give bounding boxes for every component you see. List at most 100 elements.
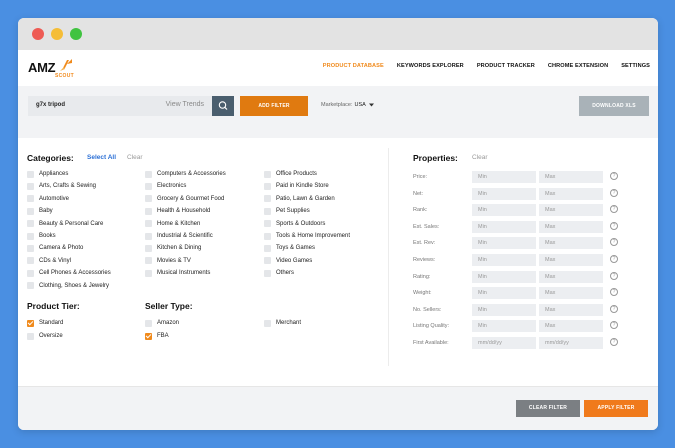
help-icon[interactable]: ? bbox=[610, 172, 618, 180]
categories-clear-link[interactable]: Clear bbox=[127, 154, 143, 161]
property-min-input[interactable]: Min bbox=[472, 287, 536, 300]
checkbox[interactable] bbox=[145, 182, 152, 190]
category-checkbox[interactable]: Industrial & Scientific bbox=[145, 231, 213, 241]
product-tier-checkbox[interactable]: Standard bbox=[27, 318, 63, 328]
help-icon[interactable]: ? bbox=[610, 238, 618, 247]
category-checkbox[interactable]: Automotive bbox=[27, 194, 69, 204]
checkbox[interactable] bbox=[264, 257, 271, 265]
checkbox-checked[interactable] bbox=[145, 332, 152, 340]
property-min-input[interactable]: Min bbox=[472, 237, 536, 250]
category-checkbox[interactable]: Appliances bbox=[27, 169, 68, 179]
property-min-input[interactable]: Min bbox=[472, 270, 536, 283]
property-max-input[interactable]: Max bbox=[539, 171, 603, 183]
property-min-input[interactable]: Min bbox=[472, 320, 536, 333]
category-checkbox[interactable]: Patio, Lawn & Garden bbox=[264, 194, 335, 204]
nav-item-chrome-extension[interactable]: CHROME EXTENSION bbox=[548, 63, 608, 69]
property-min-input[interactable]: Min bbox=[472, 303, 536, 316]
marketplace-select[interactable]: Marketplace: USA bbox=[321, 102, 375, 108]
property-max-input[interactable]: mm/dd/yy bbox=[539, 337, 603, 349]
download-xls-button[interactable]: DOWNLOAD XLS bbox=[579, 96, 649, 116]
checkbox[interactable] bbox=[145, 244, 152, 252]
checkbox[interactable] bbox=[27, 170, 34, 178]
category-checkbox[interactable]: Paid in Kindle Store bbox=[264, 181, 329, 191]
help-icon[interactable]: ? bbox=[610, 321, 618, 330]
property-max-input[interactable]: Max bbox=[539, 237, 603, 250]
property-min-input[interactable]: Min bbox=[472, 187, 536, 200]
help-icon[interactable]: ? bbox=[610, 338, 618, 346]
checkbox[interactable] bbox=[145, 170, 152, 178]
category-checkbox[interactable]: Camera & Photo bbox=[27, 243, 83, 253]
search-input[interactable]: g7x tripod View Trends bbox=[28, 96, 212, 116]
checkbox[interactable] bbox=[27, 332, 34, 340]
seller-type-checkbox[interactable]: Merchant bbox=[264, 318, 301, 328]
amzscout-logo[interactable]: AMZ SCOUT bbox=[28, 58, 88, 82]
nav-item-product-database[interactable]: PRODUCT DATABASE bbox=[323, 63, 384, 69]
category-checkbox[interactable]: Kitchen & Dining bbox=[145, 243, 201, 253]
category-checkbox[interactable]: Others bbox=[264, 268, 294, 278]
apply-filter-button[interactable]: APPLY FILTER bbox=[584, 400, 648, 417]
help-icon[interactable]: ? bbox=[610, 255, 618, 263]
checkbox[interactable] bbox=[27, 232, 34, 240]
help-icon[interactable]: ? bbox=[610, 271, 618, 280]
nav-item-keywords-explorer[interactable]: KEYWORDS EXPLORER bbox=[397, 63, 464, 69]
checkbox[interactable] bbox=[145, 232, 152, 240]
category-checkbox[interactable]: Movies & TV bbox=[145, 256, 191, 266]
category-checkbox[interactable]: Pet Supplies bbox=[264, 206, 310, 216]
category-checkbox[interactable]: Clothing, Shoes & Jewelry bbox=[27, 281, 109, 291]
help-icon[interactable]: ? bbox=[610, 304, 618, 313]
close-window-icon[interactable] bbox=[32, 28, 44, 40]
category-checkbox[interactable]: Baby bbox=[27, 206, 53, 216]
checkbox[interactable] bbox=[264, 244, 271, 252]
checkbox[interactable] bbox=[264, 182, 271, 190]
category-checkbox[interactable]: Sports & Outdoors bbox=[264, 219, 325, 229]
seller-type-checkbox[interactable]: FBA bbox=[145, 331, 169, 341]
checkbox[interactable] bbox=[264, 207, 271, 215]
category-checkbox[interactable]: Tools & Home Improvement bbox=[264, 231, 350, 241]
property-max-input[interactable]: Max bbox=[539, 270, 603, 283]
checkbox[interactable] bbox=[145, 207, 152, 215]
category-checkbox[interactable]: Health & Household bbox=[145, 206, 210, 216]
nav-item-settings[interactable]: SETTINGS bbox=[621, 63, 650, 69]
help-icon[interactable]: ? bbox=[610, 288, 618, 297]
checkbox[interactable] bbox=[145, 195, 152, 203]
view-trends-link[interactable]: View Trends bbox=[166, 101, 204, 108]
checkbox[interactable] bbox=[145, 319, 152, 327]
nav-item-product-tracker[interactable]: PRODUCT TRACKER bbox=[477, 63, 535, 69]
property-max-input[interactable]: Max bbox=[539, 254, 603, 266]
checkbox[interactable] bbox=[27, 220, 34, 228]
property-max-input[interactable]: Max bbox=[539, 204, 603, 217]
help-icon[interactable]: ? bbox=[610, 188, 618, 197]
property-max-input[interactable]: Max bbox=[539, 220, 603, 233]
checkbox[interactable] bbox=[27, 182, 34, 190]
category-checkbox[interactable]: Cell Phones & Accessories bbox=[27, 268, 111, 278]
minimize-window-icon[interactable] bbox=[51, 28, 63, 40]
checkbox[interactable] bbox=[27, 257, 34, 265]
category-checkbox[interactable]: Arts, Crafts & Sewing bbox=[27, 181, 96, 191]
checkbox-checked[interactable] bbox=[27, 319, 34, 327]
category-checkbox[interactable]: CDs & Vinyl bbox=[27, 256, 71, 266]
checkbox[interactable] bbox=[145, 257, 152, 265]
search-button[interactable] bbox=[212, 96, 234, 116]
properties-clear-link[interactable]: Clear bbox=[472, 154, 488, 161]
checkbox[interactable] bbox=[27, 282, 34, 290]
category-checkbox[interactable]: Musical Instruments bbox=[145, 268, 210, 278]
property-max-input[interactable]: Max bbox=[539, 187, 603, 200]
property-max-input[interactable]: Max bbox=[539, 303, 603, 316]
category-checkbox[interactable]: Home & Kitchen bbox=[145, 219, 200, 229]
category-checkbox[interactable]: Computers & Accessories bbox=[145, 169, 226, 179]
category-checkbox[interactable]: Beauty & Personal Care bbox=[27, 219, 103, 229]
select-all-link[interactable]: Select All bbox=[87, 154, 116, 161]
checkbox[interactable] bbox=[27, 207, 34, 215]
property-min-input[interactable]: Min bbox=[472, 220, 536, 233]
checkbox[interactable] bbox=[264, 232, 271, 240]
maximize-window-icon[interactable] bbox=[70, 28, 82, 40]
add-filter-button[interactable]: ADD FILTER bbox=[240, 96, 308, 116]
help-icon[interactable]: ? bbox=[610, 205, 618, 214]
category-checkbox[interactable]: Books bbox=[27, 231, 56, 241]
property-min-input[interactable]: Min bbox=[472, 171, 536, 183]
category-checkbox[interactable]: Video Games bbox=[264, 256, 312, 266]
category-checkbox[interactable]: Office Products bbox=[264, 169, 317, 179]
checkbox[interactable] bbox=[145, 269, 152, 277]
checkbox[interactable] bbox=[264, 269, 271, 277]
category-checkbox[interactable]: Electronics bbox=[145, 181, 186, 191]
